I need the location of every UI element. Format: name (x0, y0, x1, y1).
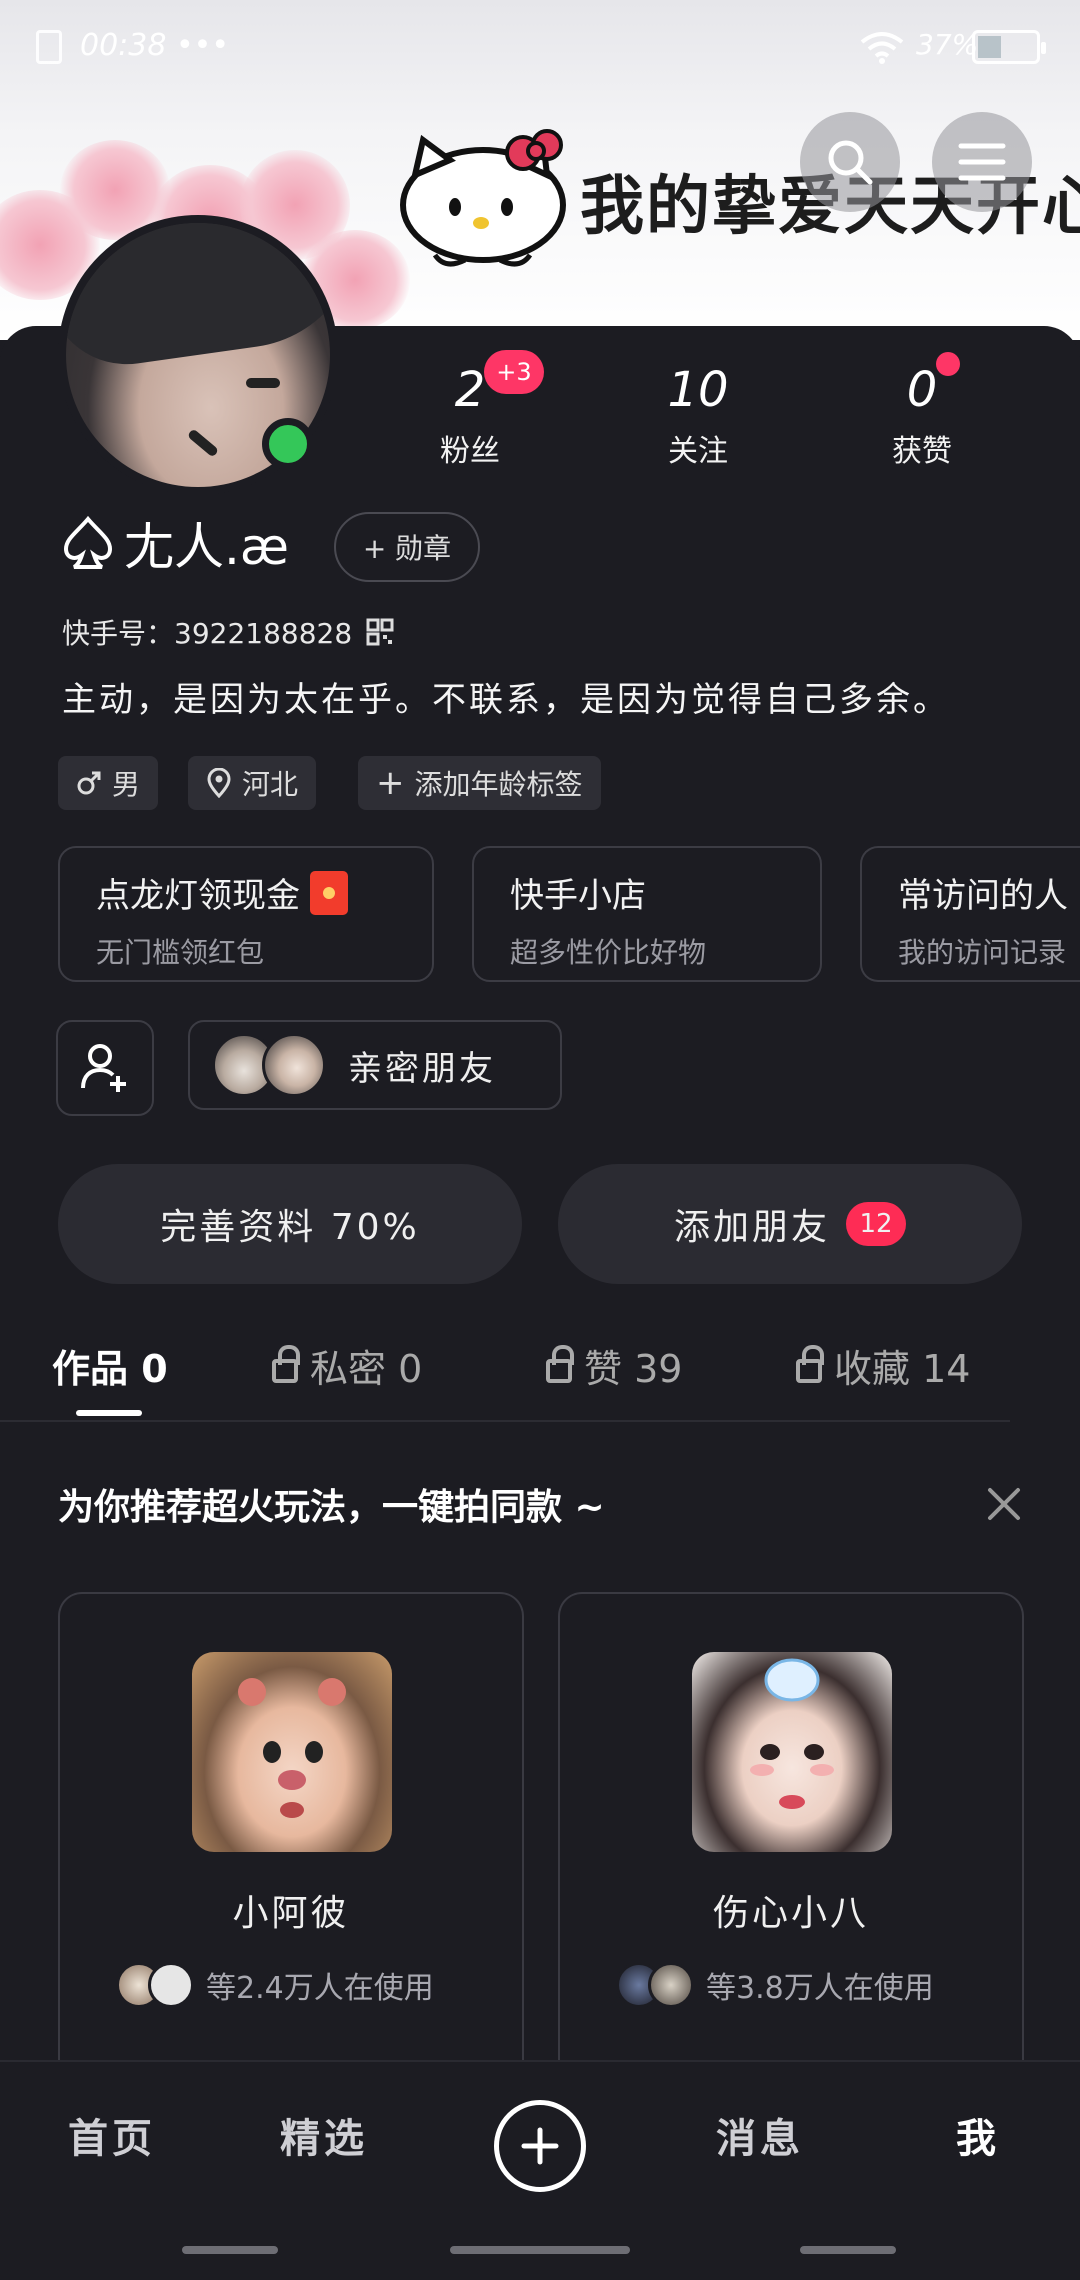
nav-messages[interactable]: 消息 (716, 2106, 804, 2164)
gender-tag-label: 男 (112, 768, 141, 801)
following-label: 关注 (668, 434, 728, 469)
effect-name: 小阿彼 (232, 1893, 350, 1934)
user-avatar (148, 1962, 194, 2008)
effect-thumbnail (192, 1652, 392, 1852)
kuaishou-id[interactable]: 快手号：3922188828 (62, 612, 394, 652)
battery-level: 37% (916, 28, 979, 61)
card-title: 点龙灯领现金 (96, 876, 300, 916)
gender-tag[interactable]: 男 (58, 756, 159, 810)
online-status-dot (262, 418, 314, 470)
add-friend-icon-button[interactable] (56, 1020, 154, 1116)
gesture-bar (800, 2246, 896, 2254)
red-envelope-icon (310, 870, 348, 915)
status-bar: 00:38 ••• 37% (0, 0, 1080, 95)
divider (0, 1420, 1010, 1422)
user-avatar (648, 1962, 694, 2008)
hamburger-icon (958, 143, 1006, 181)
nav-featured[interactable]: 精选 (280, 2106, 368, 2164)
add-age-tag[interactable]: + 添加年龄标签 (358, 756, 601, 810)
add-user-icon (81, 1044, 126, 1092)
likes-stat[interactable]: 0 获赞 (852, 362, 992, 470)
kuaishou-id-text: 快手号：3922188828 (62, 617, 353, 650)
hello-kitty-image (400, 129, 566, 267)
menu-button[interactable] (932, 112, 1032, 212)
profile-name-row: 尢人.æ (62, 508, 289, 578)
card-kuaishou-shop[interactable]: 快手小店 超多性价比好物 (472, 846, 822, 982)
recommend-card[interactable]: 伤心小八 等3.8万人在使用 (558, 1592, 1024, 2092)
effect-name: 伤心小八 (712, 1893, 869, 1934)
close-friends-label: 亲密朋友 (348, 1048, 496, 1089)
tab-liked-label: 赞 39 (584, 1347, 683, 1391)
plus-icon: + (376, 763, 405, 803)
spade-icon (63, 515, 113, 569)
gesture-bar (182, 2246, 278, 2254)
friend-avatar (262, 1033, 326, 1097)
add-friends-button[interactable]: 添加朋友 12 (558, 1164, 1022, 1284)
search-icon (828, 140, 873, 185)
effect-thumbnail (692, 1652, 892, 1852)
likes-notification-dot (936, 352, 960, 376)
content-tabs: 作品 0 私密 0 赞 39 收藏 14 (0, 1328, 1080, 1418)
card-frequent-visitors[interactable]: 常访问的人 我的访问记录 (860, 846, 1080, 982)
create-button[interactable] (494, 2100, 586, 2192)
profile-bio[interactable]: 主动，是因为太在乎。不联系，是因为觉得自己多余。 (62, 672, 950, 721)
add-friends-label: 添加朋友 (673, 1207, 830, 1248)
new-fans-badge: +3 (484, 350, 544, 394)
bottom-nav: 首页 精选 消息 我 (0, 2060, 1080, 2280)
tab-liked[interactable]: 赞 39 (546, 1338, 682, 1393)
gesture-bar (450, 2246, 630, 2254)
card-dragon-lamp[interactable]: 点龙灯领现金 无门槛领红包 (58, 846, 434, 982)
tab-favorites[interactable]: 收藏 14 (796, 1338, 970, 1393)
tab-favorites-label: 收藏 14 (834, 1347, 971, 1391)
nav-home[interactable]: 首页 (68, 2106, 156, 2164)
lock-icon (796, 1344, 824, 1383)
location-tag[interactable]: 河北 (188, 756, 317, 810)
effect-users: 等2.4万人在使用 (116, 1962, 434, 2008)
lock-icon (272, 1344, 300, 1383)
plus-icon (521, 2127, 559, 2165)
fans-label: 粉丝 (440, 434, 500, 469)
add-medal-button[interactable]: + 勋章 (334, 512, 480, 582)
wifi-icon (860, 32, 904, 64)
following-stat[interactable]: 10 关注 (628, 362, 768, 470)
complete-profile-button[interactable]: 完善资料 70% (58, 1164, 522, 1284)
recommend-title: 为你推荐超火玩法，一键拍同款 ~ (58, 1487, 605, 1528)
active-tab-indicator (76, 1410, 142, 1416)
tab-works[interactable]: 作品 0 (52, 1338, 168, 1393)
effect-users-text: 等2.4万人在使用 (206, 1971, 434, 2006)
search-button[interactable] (800, 112, 900, 212)
tab-private-label: 私密 0 (310, 1347, 423, 1391)
profile-name: 尢人.æ (124, 518, 289, 576)
likes-count: 0 (906, 362, 938, 418)
qr-code-icon[interactable] (366, 618, 394, 646)
effect-users-text: 等3.8万人在使用 (706, 1971, 934, 2006)
tab-works-label: 作品 0 (52, 1347, 168, 1391)
card-title: 常访问的人 (898, 876, 1068, 916)
status-time: 00:38 ••• (80, 28, 230, 63)
nav-me[interactable]: 我 (956, 2106, 1000, 2164)
card-subtitle: 无门槛领红包 (96, 936, 265, 969)
add-age-tag-label: 添加年龄标签 (414, 768, 583, 801)
location-pin-icon (207, 768, 231, 798)
close-icon[interactable] (984, 1484, 1024, 1524)
effect-users: 等3.8万人在使用 (616, 1962, 934, 2008)
battery-icon (972, 30, 1046, 64)
card-title: 快手小店 (510, 876, 646, 916)
male-icon (77, 771, 101, 795)
sim-icon (36, 30, 62, 64)
lock-icon (546, 1344, 574, 1383)
close-friends-button[interactable]: 亲密朋友 (188, 1020, 562, 1110)
location-tag-label: 河北 (242, 768, 299, 801)
likes-label: 获赞 (892, 434, 952, 469)
tab-private[interactable]: 私密 0 (272, 1338, 422, 1393)
following-count: 10 (667, 362, 729, 418)
card-subtitle: 超多性价比好物 (510, 936, 707, 969)
recommend-card[interactable]: 小阿彼 等2.4万人在使用 (58, 1592, 524, 2092)
card-subtitle: 我的访问记录 (898, 936, 1067, 969)
add-friends-badge: 12 (846, 1202, 906, 1246)
complete-profile-label: 完善资料 70% (160, 1207, 420, 1248)
